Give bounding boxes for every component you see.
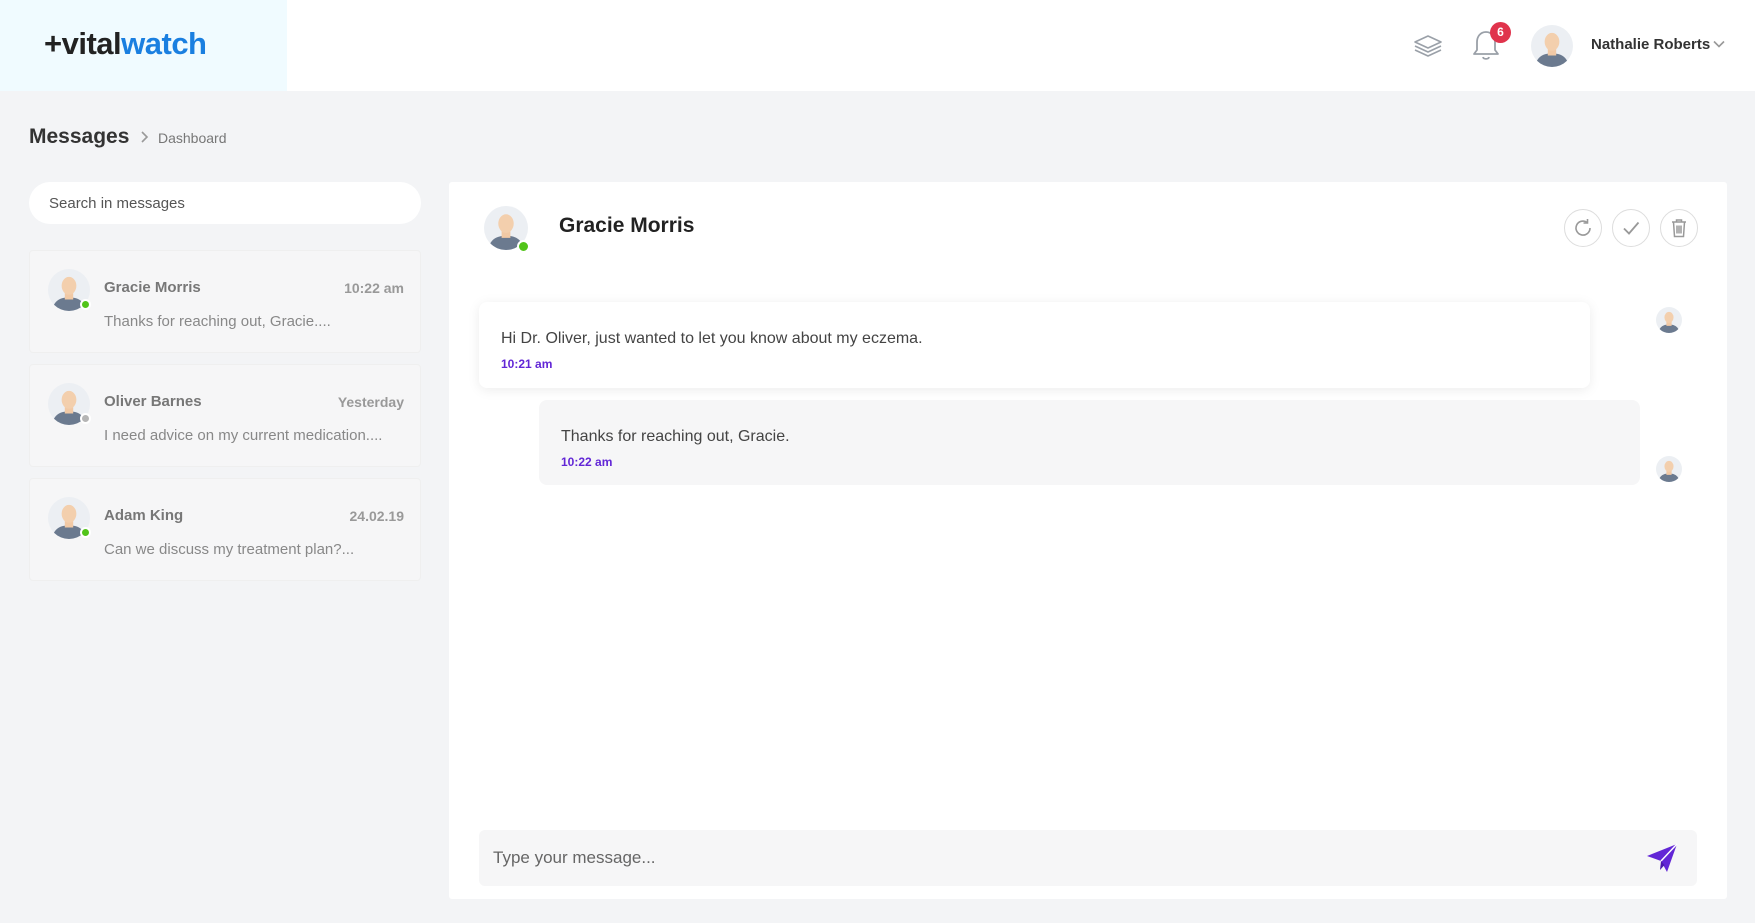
send-button[interactable] <box>1645 842 1679 874</box>
message-text: Thanks for reaching out, Gracie. <box>561 428 790 445</box>
chevron-down-icon[interactable] <box>1712 37 1726 51</box>
send-icon <box>1647 843 1678 872</box>
contact-avatar <box>48 383 91 425</box>
conversation-item-adam-king[interactable]: Adam King 24.02.19 Can we discuss my tre… <box>29 478 421 581</box>
chat-panel: Gracie Morris Hi Dr. Oliver, just wanted… <box>449 182 1727 899</box>
conversation-time: 10:22 am <box>344 280 404 296</box>
sender-avatar <box>1656 307 1682 333</box>
message-time: 10:22 am <box>561 455 613 469</box>
conversation-preview: Thanks for reaching out, Gracie.... <box>104 313 331 330</box>
contact-avatar <box>48 497 91 539</box>
refresh-icon <box>1575 219 1591 236</box>
logo-text-part1: vital <box>61 26 122 61</box>
logo-plus: + <box>44 26 62 61</box>
conversation-preview: Can we discuss my treatment plan?... <box>104 541 355 558</box>
conversation-item-gracie-morris[interactable]: Gracie Morris 10:22 am Thanks for reachi… <box>29 250 421 353</box>
conversation-time: 24.02.19 <box>349 508 405 524</box>
conversation-name: Adam King <box>104 507 184 524</box>
notification-badge: 6 <box>1490 22 1511 43</box>
refresh-button[interactable] <box>1564 209 1602 247</box>
layers-icon[interactable] <box>1412 30 1444 62</box>
message-input[interactable] <box>479 830 1619 886</box>
page-title: Messages <box>29 125 130 148</box>
offline-status-dot <box>80 413 91 424</box>
message-composer <box>479 830 1697 886</box>
incoming-message: Hi Dr. Oliver, just wanted to let you kn… <box>479 302 1590 388</box>
chat-contact-name: Gracie Morris <box>559 214 695 237</box>
outgoing-message: Thanks for reaching out, Gracie. 10:22 a… <box>539 400 1640 485</box>
logo-area: +vitalwatch <box>0 0 287 91</box>
conversation-preview: I need advice on my current medication..… <box>104 427 383 444</box>
top-bar: +vitalwatch 6 Nathalie Roberts <box>0 0 1755 91</box>
chat-contact-avatar <box>484 206 530 253</box>
message-time: 10:21 am <box>501 357 553 371</box>
online-status-dot <box>80 299 91 310</box>
conversation-time: Yesterday <box>337 394 404 410</box>
online-status-dot <box>80 527 91 538</box>
user-avatar[interactable] <box>1531 25 1573 67</box>
logo-text-part2: watch <box>121 26 207 61</box>
mark-done-button[interactable] <box>1612 209 1650 247</box>
conversation-name: Gracie Morris <box>104 279 201 296</box>
contact-avatar <box>48 269 91 311</box>
message-text: Hi Dr. Oliver, just wanted to let you kn… <box>501 330 923 347</box>
chevron-right-icon <box>138 130 150 144</box>
delete-button[interactable] <box>1660 209 1698 247</box>
brand-logo[interactable]: +vitalwatch <box>44 26 207 62</box>
online-status-dot <box>517 240 530 253</box>
search-input[interactable] <box>29 182 421 224</box>
conversation-name: Oliver Barnes <box>104 393 202 410</box>
trash-icon <box>1672 219 1686 238</box>
breadcrumb-dashboard-link[interactable]: Dashboard <box>158 130 227 146</box>
check-icon <box>1623 221 1640 235</box>
sender-avatar <box>1656 456 1682 482</box>
user-name[interactable]: Nathalie Roberts <box>1591 36 1710 53</box>
conversation-item-oliver-barnes[interactable]: Oliver Barnes Yesterday I need advice on… <box>29 364 421 467</box>
